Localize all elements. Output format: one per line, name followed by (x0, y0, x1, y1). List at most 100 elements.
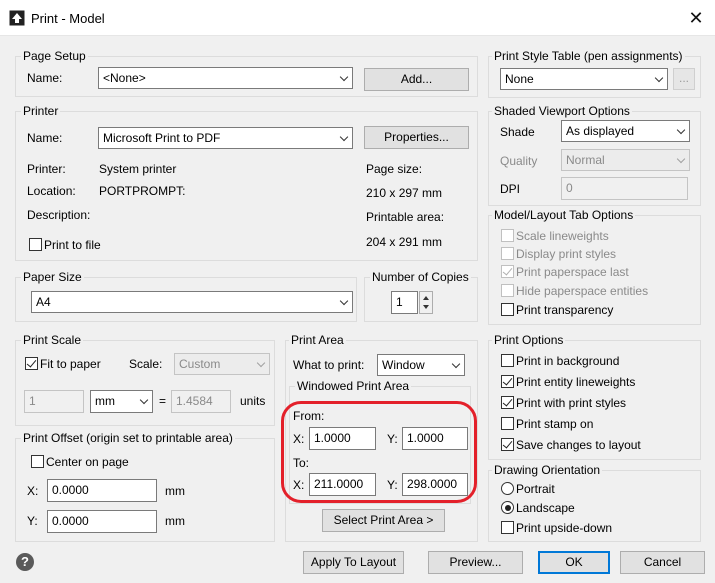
scale-lineweights-label[interactable]: Scale lineweights (516, 229, 609, 243)
paper-size-group-label: Paper Size (21, 270, 84, 284)
print-stamp-on-checkbox[interactable] (501, 417, 514, 430)
print-in-background-label[interactable]: Print in background (516, 354, 619, 368)
chevron-down-icon (339, 72, 349, 82)
title-bar (0, 0, 715, 36)
page-setup-name-dropdown[interactable]: <None> (98, 67, 353, 89)
paper-size-value: A4 (36, 295, 51, 309)
portrait-label[interactable]: Portrait (516, 482, 555, 496)
page-size-value: 210 x 297 mm (366, 186, 443, 200)
print-stamp-on-label[interactable]: Print stamp on (516, 417, 593, 431)
quality-label: Quality (500, 154, 538, 168)
printer-group-label: Printer (21, 104, 61, 118)
save-changes-to-layout-label[interactable]: Save changes to layout (516, 438, 641, 452)
spin-down-icon[interactable] (423, 305, 429, 309)
paper-size-dropdown[interactable]: A4 (31, 291, 353, 313)
edit-style-table-button[interactable]: ... (673, 68, 695, 90)
description-label: Description: (27, 208, 91, 222)
chevron-down-icon (256, 358, 266, 368)
ok-button[interactable]: OK (538, 551, 610, 574)
hide-paperspace-entities-label[interactable]: Hide paperspace entities (516, 284, 648, 298)
save-changes-to-layout-checkbox[interactable] (501, 438, 514, 451)
print-with-print-styles-label[interactable]: Print with print styles (516, 396, 626, 410)
print-app-icon (9, 10, 25, 26)
chevron-down-icon (676, 154, 686, 164)
shade-dropdown[interactable]: As displayed (561, 120, 690, 142)
cancel-button[interactable]: Cancel (620, 551, 705, 574)
center-on-page-label[interactable]: Center on page (46, 455, 129, 469)
location-value: PORTPROMPT: (99, 184, 186, 198)
print-with-print-styles-checkbox[interactable] (501, 396, 514, 409)
close-icon[interactable]: ✕ (683, 6, 709, 30)
chevron-down-icon (451, 359, 461, 369)
properties-button[interactable]: Properties... (364, 126, 469, 149)
select-print-area-button[interactable]: Select Print Area > (322, 509, 445, 532)
print-options-label: Print Options (492, 333, 566, 347)
scale-unit-value: mm (95, 394, 115, 408)
shaded-viewport-label: Shaded Viewport Options (492, 104, 632, 118)
print-in-background-checkbox[interactable] (501, 354, 514, 367)
scale-unit-dropdown[interactable]: mm (90, 390, 153, 413)
chevron-down-icon (139, 395, 149, 405)
quality-dropdown[interactable]: Normal (561, 149, 690, 171)
shade-label: Shade (500, 125, 535, 139)
print-to-file-label[interactable]: Print to file (44, 238, 101, 252)
print-to-file-checkbox[interactable] (29, 238, 42, 251)
print-style-table-dropdown[interactable]: None (500, 68, 668, 90)
window-title: Print - Model (31, 11, 105, 26)
print-transparency-label[interactable]: Print transparency (516, 303, 613, 317)
preview-button[interactable]: Preview... (428, 551, 523, 574)
printer-name-dropdown[interactable]: Microsoft Print to PDF (98, 127, 353, 149)
copies-group-label: Number of Copies (370, 270, 471, 284)
landscape-radio[interactable] (501, 501, 514, 514)
print-entity-lineweights-label[interactable]: Print entity lineweights (516, 375, 635, 389)
copies-spinner[interactable] (419, 291, 433, 314)
dpi-input[interactable]: 0 (561, 177, 688, 200)
copies-input[interactable]: 1 (391, 291, 418, 314)
landscape-label[interactable]: Landscape (516, 501, 575, 515)
printable-area-value: 204 x 291 mm (366, 235, 443, 249)
scale-dropdown[interactable]: Custom (174, 353, 270, 375)
chevron-down-icon (339, 296, 349, 306)
print-paperspace-last-checkbox[interactable] (501, 265, 514, 278)
page-setup-name-value: <None> (103, 71, 146, 85)
offset-y-label: Y: (27, 514, 38, 528)
scale-lineweights-checkbox[interactable] (501, 229, 514, 242)
page-setup-group-label: Page Setup (21, 49, 88, 63)
offset-x-input[interactable]: 0.0000 (47, 479, 157, 502)
print-transparency-checkbox[interactable] (501, 303, 514, 316)
center-on-page-checkbox[interactable] (31, 455, 44, 468)
scale-value1-input[interactable]: 1 (24, 390, 84, 413)
printable-area-label: Printable area: (366, 210, 445, 224)
what-to-print-dropdown[interactable]: Window (377, 354, 465, 376)
printer-name-label: Name: (27, 131, 63, 145)
print-offset-group-label: Print Offset (origin set to printable ar… (21, 431, 235, 445)
scale-value: Custom (179, 357, 221, 371)
print-style-table-label: Print Style Table (pen assignments) (492, 49, 685, 63)
offset-y-input[interactable]: 0.0000 (47, 510, 157, 533)
add-page-setup-button[interactable]: Add... (364, 68, 469, 91)
offset-x-label: X: (27, 484, 39, 498)
portrait-radio[interactable] (501, 482, 514, 495)
chevron-down-icon (339, 132, 349, 142)
spin-up-icon[interactable] (423, 296, 429, 300)
what-to-print-value: Window (382, 358, 425, 372)
dpi-label: DPI (500, 182, 521, 196)
hide-paperspace-entities-checkbox[interactable] (501, 284, 514, 297)
print-upside-down-label[interactable]: Print upside-down (516, 521, 612, 535)
print-upside-down-checkbox[interactable] (501, 521, 514, 534)
scale-value2-input[interactable]: 1.4584 (171, 390, 231, 413)
display-print-styles-label[interactable]: Display print styles (516, 247, 616, 261)
offset-y-unit: mm (165, 514, 185, 528)
display-print-styles-checkbox[interactable] (501, 247, 514, 260)
what-to-print-label: What to print: (293, 358, 365, 372)
apply-to-layout-button[interactable]: Apply To Layout (303, 551, 404, 574)
fit-to-paper-checkbox[interactable] (25, 357, 38, 370)
help-icon[interactable]: ? (16, 553, 34, 571)
quality-value: Normal (566, 153, 605, 167)
print-paperspace-last-label[interactable]: Print paperspace last (516, 265, 629, 279)
units-label: units (240, 394, 266, 408)
scale-label: Scale: (129, 357, 163, 371)
print-entity-lineweights-checkbox[interactable] (501, 375, 514, 388)
fit-to-paper-label[interactable]: Fit to paper (40, 357, 101, 371)
location-label: Location: (27, 184, 76, 198)
